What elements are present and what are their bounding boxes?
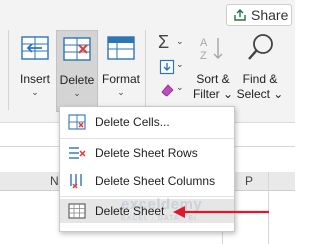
share-button[interactable]: Share [226,4,292,26]
sort-filter-label-2: Filter ⌄ [192,87,234,101]
sort-filter-icon: A Z [200,37,223,62]
share-icon [234,9,246,21]
svg-text:Z: Z [200,50,207,62]
menu-item-delete-cells[interactable]: Delete Cells... [60,110,234,134]
menu-item-label: Delete Sheet Rows [95,146,198,160]
menu-item-delete-sheet-columns[interactable]: Delete Sheet Columns [60,169,234,193]
fill-down-icon [159,59,175,75]
menu-divider [60,138,234,139]
delete-rows-icon [69,147,86,159]
ribbon: Share Insert ⌄ Delete ⌄ Format ⌄ Σ ⌄ ⌄ ⌄… [0,0,295,123]
format-cells-icon [107,36,135,60]
insert-caret-icon: ⌄ [31,87,39,97]
format-label: Format [101,72,140,86]
group-separator-left [8,30,9,110]
annotation-arrow-icon [173,206,269,218]
autosum-button[interactable]: Σ ⌄ [152,32,188,54]
delete-cells-icon [68,114,86,130]
delete-columns-icon [70,174,82,189]
delete-cells-icon [63,37,91,61]
menu-item-delete-sheet-rows[interactable]: Delete Sheet Rows [60,141,234,165]
menu-item-label: Delete Sheet Columns [95,174,216,188]
insert-label: Insert [19,72,50,86]
fill-caret-icon: ⌄ [176,59,184,69]
svg-text:A: A [200,37,208,49]
column-header-p[interactable]: P [245,174,253,188]
find-select-label-1: Find & [242,72,278,86]
format-caret-icon: ⌄ [117,87,125,97]
clear-eraser-icon [161,84,174,97]
delete-button[interactable]: Delete ⌄ [56,30,98,112]
find-search-icon [248,34,273,60]
clear-button[interactable]: ⌄ [152,80,188,100]
find-select-label-2: Select ⌄ [236,87,284,101]
insert-button[interactable]: Insert ⌄ [14,30,56,112]
clear-caret-icon: ⌄ [176,82,184,92]
autosum-caret-icon: ⌄ [176,36,184,46]
share-label: Share [251,7,289,23]
sort-filter-button[interactable]: A Z Sort & Filter ⌄ [192,30,234,112]
delete-caret-icon: ⌄ [73,88,81,98]
delete-sheet-icon [68,203,86,219]
format-button[interactable]: Format ⌄ [98,30,144,112]
group-separator [145,30,146,110]
delete-label: Delete [59,73,95,87]
insert-cells-icon [21,36,49,60]
find-select-button[interactable]: Find & Select ⌄ [236,30,284,112]
sort-filter-label-1: Sort & [196,72,230,86]
menu-item-label: Delete Cells... [95,115,170,129]
fill-button[interactable]: ⌄ [152,57,188,77]
column-header-n[interactable]: N [50,174,59,188]
autosum-icon: Σ [158,32,170,52]
